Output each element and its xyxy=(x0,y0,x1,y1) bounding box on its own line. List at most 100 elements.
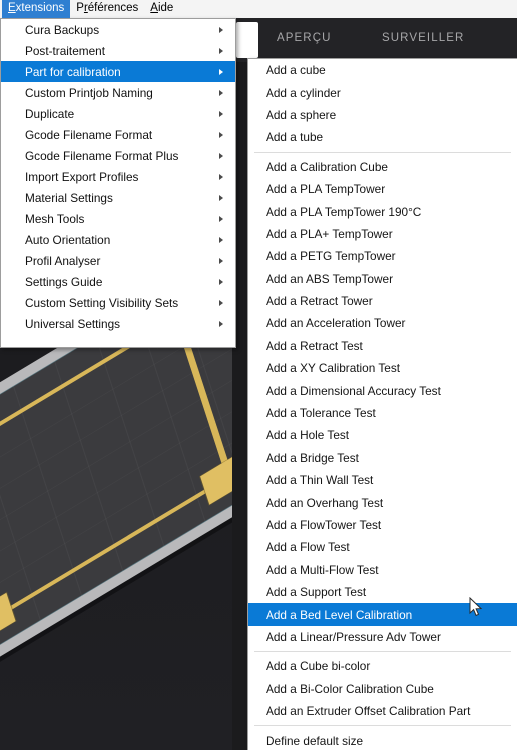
extensions-menu-item[interactable]: Auto Orientation xyxy=(1,229,235,250)
calibration-menu-item[interactable]: Add a tube xyxy=(248,126,517,148)
calibration-menu-item[interactable]: Add a Linear/Pressure Adv Tower xyxy=(248,626,517,648)
calibration-menu-item[interactable]: Add a PLA+ TempTower xyxy=(248,223,517,245)
calibration-menu-item-label: Add a Tolerance Test xyxy=(266,406,376,421)
extensions-menu-item-label: Part for calibration xyxy=(25,64,121,79)
extensions-menu-item[interactable]: Part for calibration xyxy=(1,61,235,82)
calibration-menu-item[interactable]: Add an Overhang Test xyxy=(248,491,517,513)
calibration-menu-item[interactable]: Add a PLA TempTower xyxy=(248,178,517,200)
calibration-menu-item-label: Add a PLA TempTower 190°C xyxy=(266,204,422,219)
chevron-right-icon xyxy=(219,152,223,159)
tab-preview[interactable]: APERÇU xyxy=(277,32,332,44)
calibration-menu-item[interactable]: Add a cylinder xyxy=(248,81,517,103)
extensions-menu-item[interactable]: Custom Setting Visibility Sets xyxy=(1,292,235,313)
calibration-menu-item-label: Add a PLA TempTower xyxy=(266,182,386,197)
extensions-menu-item[interactable]: Profil Analyser xyxy=(1,250,235,271)
calibration-menu-item-label: Add a XY Calibration Test xyxy=(266,361,400,376)
calibration-menu-item[interactable]: Add a Hole Test xyxy=(248,424,517,446)
calibration-menu-item-label: Add a Calibration Cube xyxy=(266,159,388,174)
extensions-menu-item[interactable]: Cura Backups xyxy=(1,19,235,40)
calibration-menu-item[interactable]: Add a Support Test xyxy=(248,581,517,603)
calibration-menu-item[interactable]: Add a Bi-Color Calibration Cube xyxy=(248,678,517,700)
calibration-menu-item[interactable]: Add an ABS TempTower xyxy=(248,268,517,290)
chevron-right-icon xyxy=(219,257,223,264)
calibration-menu-item[interactable]: Add an Acceleration Tower xyxy=(248,312,517,334)
chevron-right-icon xyxy=(219,236,223,243)
extensions-menu-item[interactable]: Material Settings xyxy=(1,187,235,208)
calibration-menu-item-label: Add a Flow Test xyxy=(266,540,350,555)
extensions-menu-item-label: Settings Guide xyxy=(25,274,103,289)
extensions-menu-item[interactable]: Gcode Filename Format Plus xyxy=(1,145,235,166)
calibration-menu-item-label: Add a Retract Tower xyxy=(266,294,373,309)
calibration-menu-item-label: Add an Overhang Test xyxy=(266,495,384,510)
extensions-menu-item-label: Cura Backups xyxy=(25,22,100,37)
chevron-right-icon xyxy=(219,110,223,117)
calibration-menu-item[interactable]: Add a cube xyxy=(248,59,517,81)
calibration-menu-item-label: Add a Dimensional Accuracy Test xyxy=(266,383,441,398)
calibration-menu-item-label: Add a Multi-Flow Test xyxy=(266,562,379,577)
calibration-menu-item-label: Add a FlowTower Test xyxy=(266,518,382,532)
chevron-right-icon xyxy=(219,68,223,75)
calibration-menu-item-label: Add a Cube bi-color xyxy=(266,659,371,674)
extensions-menu-item-label: Mesh Tools xyxy=(25,211,85,226)
menubar-item-extensions[interactable]: Extensions xyxy=(2,0,71,18)
chevron-right-icon xyxy=(219,278,223,285)
calibration-menu-item[interactable]: Add a FlowTower Test xyxy=(248,514,517,536)
menubar-label-extensions: xtensions xyxy=(15,2,65,14)
extensions-dropdown-menu[interactable]: Cura Backups Post-traitement Part for cali… xyxy=(0,18,236,348)
tab-monitor[interactable]: SURVEILLER xyxy=(382,32,464,44)
extensions-menu-item[interactable]: Post-traitement xyxy=(1,40,235,61)
calibration-menu-item[interactable]: Add a Retract Tower xyxy=(248,290,517,312)
menubar-label-help: ide xyxy=(157,2,174,14)
calibration-menu-item[interactable]: Add a Bridge Test xyxy=(248,447,517,469)
chevron-right-icon xyxy=(219,194,223,201)
calibration-submenu[interactable]: Add a cube Add a cylinder Add a sphere Add … xyxy=(247,58,517,750)
calibration-menu-item[interactable]: Add a sphere xyxy=(248,104,517,126)
extensions-menu-item[interactable]: Mesh Tools xyxy=(1,208,235,229)
calibration-menu-item-label: Add a Bi-Color Calibration Cube xyxy=(266,681,434,696)
calibration-menu-item[interactable]: Add a Multi-Flow Test xyxy=(248,559,517,581)
menu-separator xyxy=(254,151,511,153)
menu-separator xyxy=(254,725,511,727)
calibration-menu-item-label: Add a Retract Test xyxy=(266,338,363,353)
extensions-menu-item-label: Universal Settings xyxy=(25,316,121,331)
extensions-menu-item-label: Post-traitement xyxy=(25,43,105,58)
extensions-menu-item[interactable]: Import Export Profiles xyxy=(1,166,235,187)
calibration-menu-item[interactable]: Add a PLA TempTower 190°C xyxy=(248,200,517,222)
calibration-menu-item-label: Add a Hole Test xyxy=(266,428,350,443)
calibration-menu-item-label: Add a cube xyxy=(266,63,326,78)
calibration-menu-item-label: Add an ABS TempTower xyxy=(266,271,393,286)
menubar-item-help[interactable]: Aide xyxy=(144,0,179,18)
menubar-label-preferences: éférences xyxy=(87,2,139,14)
calibration-menu-item-label: Add a tube xyxy=(266,130,324,145)
chevron-right-icon xyxy=(219,47,223,54)
calibration-menu-item-label: Add a Bridge Test xyxy=(266,450,359,465)
chevron-right-icon xyxy=(219,215,223,222)
prepare-stage-icon[interactable] xyxy=(236,22,258,58)
menu-separator xyxy=(254,651,511,653)
calibration-menu-item[interactable]: Define default size xyxy=(248,729,517,750)
extensions-menu-item[interactable]: Duplicate xyxy=(1,103,235,124)
chevron-right-icon xyxy=(219,89,223,96)
calibration-menu-item-label: Add a Thin Wall Test xyxy=(266,473,374,488)
chevron-right-icon xyxy=(219,26,223,33)
calibration-menu-item[interactable]: Add a Bed Level Calibration xyxy=(248,603,517,626)
calibration-menu-item[interactable]: Add a PETG TempTower xyxy=(248,245,517,267)
menubar-item-preferences[interactable]: Préférences xyxy=(70,0,144,18)
calibration-menu-item[interactable]: Add an Extruder Offset Calibration Part xyxy=(248,700,517,722)
extensions-menu-item[interactable]: Gcode Filename Format xyxy=(1,124,235,145)
calibration-menu-item-label: Add a Support Test xyxy=(266,585,367,600)
calibration-menu-item[interactable]: Add a Flow Test xyxy=(248,536,517,558)
calibration-menu-item[interactable]: Add a Dimensional Accuracy Test xyxy=(248,379,517,401)
extensions-menu-item-label: Profil Analyser xyxy=(25,253,101,268)
calibration-menu-item[interactable]: Add a Calibration Cube xyxy=(248,156,517,178)
calibration-menu-item[interactable]: Add a Tolerance Test xyxy=(248,402,517,424)
extensions-menu-item[interactable]: Settings Guide xyxy=(1,271,235,292)
calibration-menu-item[interactable]: Add a Cube bi-color xyxy=(248,655,517,677)
calibration-menu-item[interactable]: Add a Thin Wall Test xyxy=(248,469,517,491)
chevron-right-icon xyxy=(219,131,223,138)
calibration-menu-item[interactable]: Add a Retract Test xyxy=(248,335,517,357)
extensions-menu-item[interactable]: Universal Settings xyxy=(1,313,235,334)
calibration-menu-item[interactable]: Add a XY Calibration Test xyxy=(248,357,517,379)
extensions-menu-item[interactable]: Custom Printjob Naming xyxy=(1,82,235,103)
stage-toolbar: APERÇU SURVEILLER xyxy=(232,18,517,62)
